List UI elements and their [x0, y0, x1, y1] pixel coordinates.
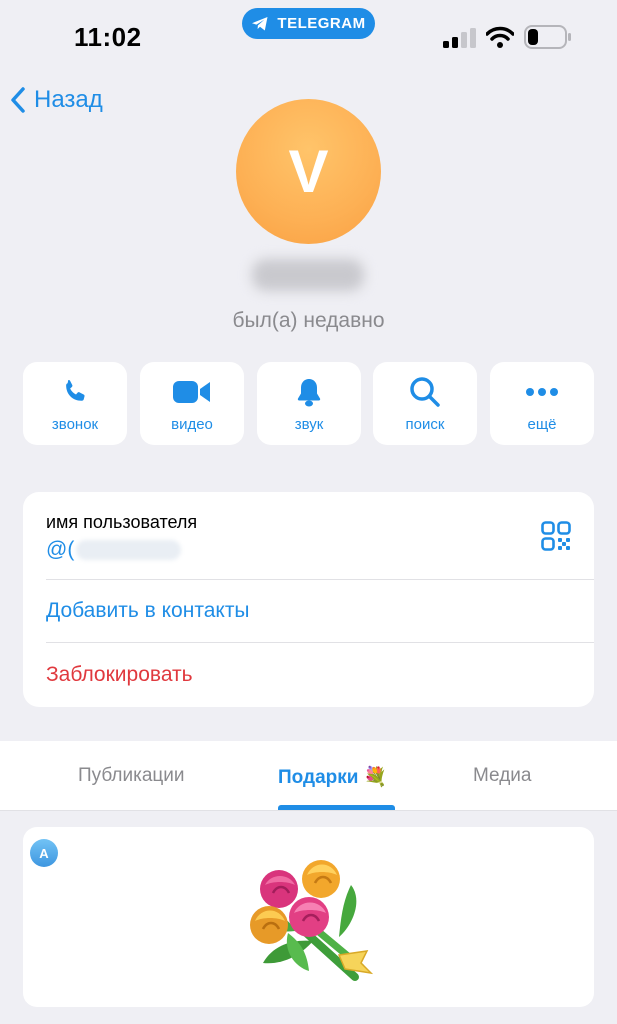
divider [46, 642, 594, 643]
username-value[interactable]: @( [46, 538, 182, 562]
gift-card[interactable]: A [23, 827, 594, 1007]
add-to-contacts-button[interactable]: Добавить в контакты [46, 599, 250, 623]
gift-sender-avatar: A [30, 839, 58, 867]
more-button[interactable]: ещё [490, 362, 594, 445]
video-label: видео [171, 416, 213, 433]
search-label: поиск [405, 416, 445, 433]
username-redacted [76, 540, 182, 560]
return-to-telegram-pill[interactable]: TELEGRAM [242, 8, 375, 39]
bell-icon [297, 379, 321, 407]
telegram-plane-icon [252, 16, 268, 30]
back-button[interactable]: Назад [10, 83, 103, 117]
wifi-icon [486, 26, 514, 48]
tab-publications[interactable]: Публикации [78, 765, 185, 787]
block-user-button[interactable]: Заблокировать [46, 663, 193, 687]
battery-low-icon [524, 25, 571, 49]
app-pill-label: TELEGRAM [277, 15, 366, 32]
username-prefix: @( [46, 538, 75, 561]
profile-info-card: имя пользователя @( Добавить в контакты … [23, 492, 594, 707]
video-camera-icon [173, 381, 210, 403]
back-label: Назад [34, 86, 103, 113]
chevron-left-icon [11, 87, 25, 113]
more-dots-icon [526, 388, 558, 396]
status-time: 11:02 [74, 22, 142, 52]
call-button[interactable]: звонок [23, 362, 127, 445]
profile-avatar[interactable]: V [236, 99, 381, 244]
tab-gifts[interactable]: Подарки 💐 [278, 765, 387, 789]
phone-icon [66, 380, 85, 401]
status-bar: 11:02 TELEGRAM [0, 0, 617, 70]
tab-media[interactable]: Медиа [473, 765, 531, 787]
sound-label: звук [294, 416, 324, 433]
profile-tabs: Публикации Подарки 💐 Медиа [0, 741, 617, 811]
avatar-letter: V [288, 138, 329, 205]
last-seen-status: был(а) недавно [232, 309, 385, 332]
cellular-signal-icon [443, 28, 476, 48]
search-button[interactable]: поиск [373, 362, 477, 445]
sound-button[interactable]: звук [257, 362, 361, 445]
profile-name-redacted [252, 259, 364, 291]
more-label: ещё [527, 416, 557, 433]
call-label: звонок [51, 416, 99, 433]
username-label: имя пользователя [46, 512, 198, 532]
profile-actions: звонок видео звук поиск ещё [23, 362, 594, 445]
bouquet-icon [250, 860, 373, 981]
video-button[interactable]: видео [140, 362, 244, 445]
divider [46, 579, 594, 580]
search-icon [410, 377, 440, 407]
active-tab-indicator [278, 805, 395, 810]
qr-code-icon[interactable] [541, 521, 571, 551]
